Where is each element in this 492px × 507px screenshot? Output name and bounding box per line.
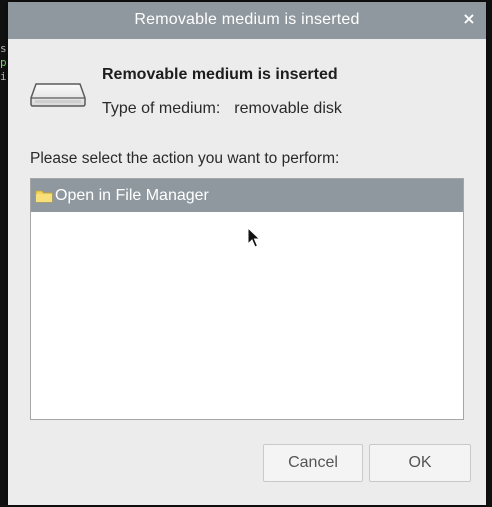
medium-type-label: Type of medium:	[102, 100, 221, 117]
removable-drive-icon	[30, 83, 86, 107]
dialog-header: Removable medium is inserted Type of med…	[30, 64, 470, 124]
medium-type-line: Type of medium: removable disk	[102, 100, 342, 118]
removable-medium-dialog: Removable medium is inserted × Removable…	[8, 2, 486, 505]
dialog-title: Removable medium is inserted	[134, 11, 360, 28]
close-button[interactable]: ×	[458, 8, 480, 30]
dialog-titlebar[interactable]: Removable medium is inserted ×	[8, 2, 486, 39]
medium-type-value: removable disk	[234, 100, 342, 117]
dialog-heading: Removable medium is inserted	[102, 66, 338, 83]
action-prompt: Please select the action you want to per…	[30, 150, 340, 167]
folder-icon	[35, 190, 53, 203]
ok-button[interactable]: OK	[369, 444, 471, 482]
mouse-pointer-icon	[247, 227, 261, 248]
close-icon: ×	[462, 9, 476, 28]
action-item-open-file-manager[interactable]: Open in File Manager	[31, 179, 463, 212]
cancel-button[interactable]: Cancel	[263, 444, 363, 482]
action-item-label: Open in File Manager	[55, 187, 209, 204]
action-list[interactable]: Open in File Manager	[30, 178, 464, 420]
